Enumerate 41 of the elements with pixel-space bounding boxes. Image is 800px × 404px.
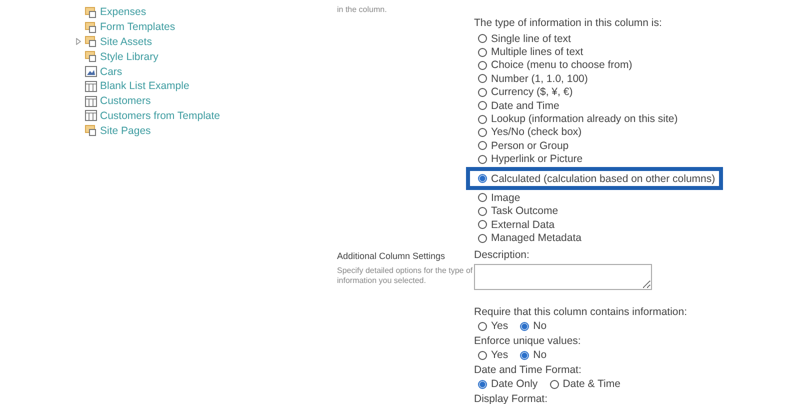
radio-option[interactable]: Date & Time — [550, 378, 620, 390]
field-label: Display Format: — [474, 392, 548, 404]
radio-option[interactable]: Single line of text — [478, 32, 571, 45]
radio-option[interactable]: Calculated (calculation based on other columns) — [478, 172, 716, 185]
section-description: Specify detailed options for the type of information you selected. — [337, 266, 474, 286]
radio-option[interactable]: Date and Time — [478, 100, 560, 112]
radio-option[interactable]: No — [520, 349, 547, 362]
radio-option[interactable]: Date Only — [478, 378, 538, 390]
folder-document-icon — [85, 51, 97, 62]
radio-option[interactable]: Person or Group — [478, 140, 569, 152]
folder-document-icon — [85, 6, 97, 18]
field-label: Date and Time Format: — [474, 364, 582, 377]
field-label: The type of information in this column is: — [474, 17, 662, 30]
list-icon — [85, 96, 97, 107]
expand-arrow-icon[interactable] — [76, 38, 81, 46]
radio-option[interactable]: No — [520, 320, 547, 332]
radio-option[interactable]: Hyperlink or Picture — [478, 153, 583, 166]
radio-option[interactable]: Choice (menu to choose from) — [478, 59, 632, 72]
field-label: Enforce unique values: — [474, 334, 581, 348]
section-description: in the column. — [337, 5, 388, 15]
list-icon — [85, 80, 97, 92]
radio-option[interactable]: Yes/No (check box) — [478, 126, 582, 138]
folder-document-icon — [85, 125, 97, 136]
picture-icon — [85, 66, 97, 78]
radio-option[interactable]: Currency ($, ¥, €) — [478, 86, 573, 98]
radio-option[interactable]: Multiple lines of text — [478, 46, 584, 58]
radio-option[interactable]: Lookup (information already on this site) — [478, 113, 678, 126]
description-field[interactable] — [474, 264, 652, 290]
radio-option[interactable]: Yes — [478, 349, 508, 362]
radio-option[interactable]: Image — [478, 192, 520, 204]
list-icon — [85, 110, 97, 122]
field-label: Require that this column contains information: — [474, 306, 688, 319]
radio-option[interactable]: Number (1, 1.0, 100) — [478, 72, 588, 85]
folder-document-icon — [85, 36, 97, 48]
radio-option[interactable]: Yes — [478, 320, 508, 332]
section-title: Additional Column Settings — [337, 250, 446, 261]
folder-document-icon — [85, 22, 97, 33]
radio-option[interactable]: External Data — [478, 218, 555, 231]
radio-option[interactable]: Managed Metadata — [478, 232, 582, 244]
radio-option[interactable]: Task Outcome — [478, 205, 558, 218]
field-label: Description: — [474, 248, 530, 262]
